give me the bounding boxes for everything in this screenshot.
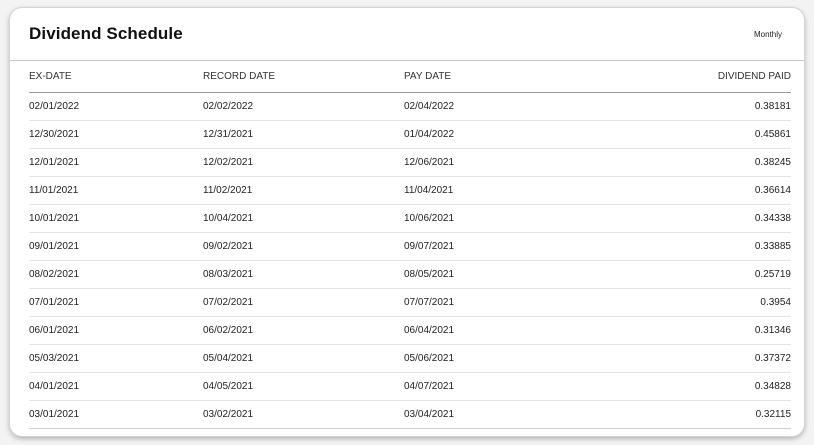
table-row: 11/01/2021 11/02/2021 11/04/2021 0.36614 [29,176,791,205]
record-date-cell: 11/02/2021 [203,176,404,205]
dividend-paid-cell: 0.34338 [604,204,791,233]
dividend-paid-cell: 0.34828 [604,372,791,401]
table-row: 02/01/2022 02/02/2022 02/04/2022 0.38181 [29,92,791,121]
header-ex-date: EX-DATE [29,61,203,93]
ex-date-cell: 04/01/2021 [29,372,203,401]
table-row: 08/02/2021 08/03/2021 08/05/2021 0.25719 [29,260,791,289]
dividend-paid-cell: 0.32115 [604,400,791,429]
pay-date-cell: 03/04/2021 [404,400,604,429]
table-row: 04/01/2021 04/05/2021 04/07/2021 0.34828 [29,372,791,401]
ex-date-cell: 12/01/2021 [29,148,203,177]
table-row: 09/01/2021 09/02/2021 09/07/2021 0.33885 [29,232,791,261]
ex-date-cell: 08/02/2021 [29,260,203,289]
dividend-paid-cell: 0.37372 [604,344,791,373]
header-pay-date: PAY DATE [404,61,604,93]
table-row: 07/01/2021 07/02/2021 07/07/2021 0.3954 [29,288,791,317]
record-date-cell: 03/02/2021 [203,400,404,429]
pay-date-cell: 04/07/2021 [404,372,604,401]
ex-date-cell: 11/01/2021 [29,176,203,205]
ex-date-cell: 06/01/2021 [29,316,203,345]
header-record-date: RECORD DATE [203,61,404,93]
pay-date-cell: 06/04/2021 [404,316,604,345]
pay-date-cell: 02/04/2022 [404,92,604,121]
dividend-paid-cell: 0.33885 [604,232,791,261]
record-date-cell: 04/05/2021 [203,372,404,401]
record-date-cell: 07/02/2021 [203,288,404,317]
header-dividend-paid: DIVIDEND PAID [604,61,791,93]
card-title: Dividend Schedule [29,24,183,43]
dividend-paid-cell: 0.25719 [604,260,791,289]
pay-date-cell: 08/05/2021 [404,260,604,289]
ex-date-cell: 12/30/2021 [29,120,203,149]
card-header: Dividend Schedule Monthly [10,8,804,61]
table-row: 12/01/2021 12/02/2021 12/06/2021 0.38245 [29,148,791,177]
ex-date-cell: 09/01/2021 [29,232,203,261]
record-date-cell: 08/03/2021 [203,260,404,289]
dividend-paid-cell: 0.36614 [604,176,791,205]
record-date-cell: 05/04/2021 [203,344,404,373]
table-row: 03/01/2021 03/02/2021 03/04/2021 0.32115 [29,400,791,429]
frequency-label: Monthly [753,29,782,39]
pay-date-cell: 01/04/2022 [404,120,604,149]
ex-date-cell: 10/01/2021 [29,204,203,233]
record-date-cell: 10/04/2021 [203,204,404,233]
pay-date-cell: 10/06/2021 [404,204,604,233]
table-row: 10/01/2021 10/04/2021 10/06/2021 0.34338 [29,204,791,233]
dividend-paid-cell: 0.31346 [604,316,791,345]
dividend-paid-cell: 0.3954 [604,288,791,317]
record-date-cell: 06/02/2021 [203,316,404,345]
record-date-cell: 02/02/2022 [203,92,404,121]
dividend-table: EX-DATE RECORD DATE PAY DATE DIVIDEND PA… [29,61,791,429]
pay-date-cell: 12/06/2021 [404,148,604,177]
table-row: 05/03/2021 05/04/2021 05/06/2021 0.37372 [29,344,791,373]
pay-date-cell: 07/07/2021 [404,288,604,317]
dividend-schedule-card: Dividend Schedule Monthly EX-DATE RECORD… [10,8,804,436]
pay-date-cell: 09/07/2021 [404,232,604,261]
dividend-paid-cell: 0.38181 [604,92,791,121]
pay-date-cell: 05/06/2021 [404,344,604,373]
table-header-row: EX-DATE RECORD DATE PAY DATE DIVIDEND PA… [29,61,791,93]
record-date-cell: 09/02/2021 [203,232,404,261]
table-row: 12/30/2021 12/31/2021 01/04/2022 0.45861 [29,120,791,149]
dividend-paid-cell: 0.45861 [604,120,791,149]
dividend-paid-cell: 0.38245 [604,148,791,177]
record-date-cell: 12/02/2021 [203,148,404,177]
ex-date-cell: 02/01/2022 [29,92,203,121]
ex-date-cell: 03/01/2021 [29,400,203,429]
pay-date-cell: 11/04/2021 [404,176,604,205]
table-row: 06/01/2021 06/02/2021 06/04/2021 0.31346 [29,316,791,345]
ex-date-cell: 07/01/2021 [29,288,203,317]
record-date-cell: 12/31/2021 [203,120,404,149]
ex-date-cell: 05/03/2021 [29,344,203,373]
